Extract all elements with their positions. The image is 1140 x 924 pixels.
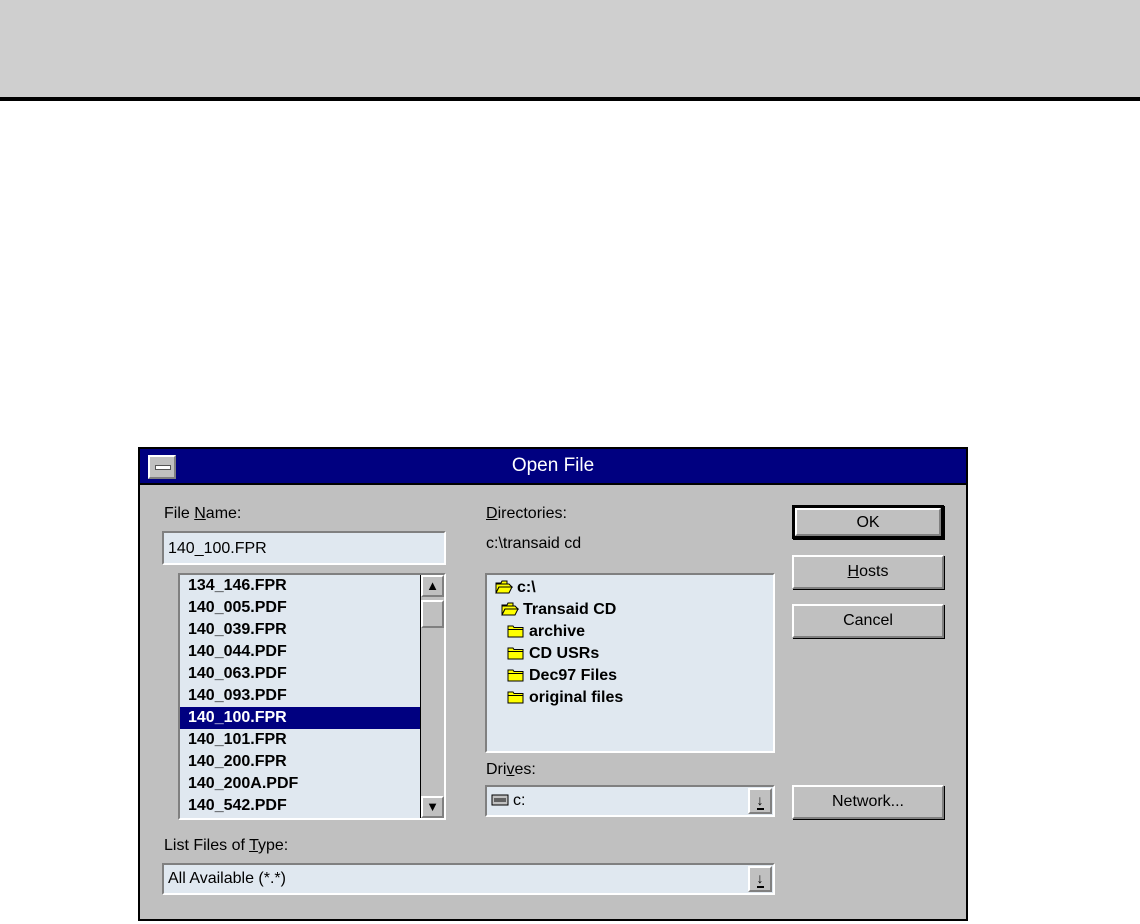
folder-icon bbox=[507, 647, 524, 660]
top-band bbox=[0, 0, 1140, 97]
file-list[interactable]: 134_146.FPR 140_005.PDF 140_039.FPR 140_044… bbox=[178, 573, 446, 820]
folder-icon bbox=[507, 625, 524, 638]
directory-item-label: original files bbox=[529, 689, 624, 706]
file-type-select[interactable]: All Available (*.*) ↓ bbox=[162, 863, 775, 895]
directory-item-label: archive bbox=[529, 623, 586, 640]
scroll-up-button[interactable]: ▲ bbox=[421, 575, 444, 597]
file-type-label: List Files of Type: bbox=[164, 837, 289, 854]
drives-dropdown-arrow[interactable]: ↓ bbox=[748, 788, 772, 814]
directory-item[interactable]: Transaid CD bbox=[491, 599, 773, 621]
file-list-item[interactable]: 140_005.PDF bbox=[180, 597, 420, 619]
directory-item-label: Transaid CD bbox=[523, 601, 617, 618]
file-list-item[interactable]: 140_542.PDF bbox=[180, 795, 420, 817]
hosts-button-accel: H bbox=[847, 563, 860, 580]
folder-icon bbox=[507, 691, 524, 704]
directory-item-label: CD USRs bbox=[529, 645, 600, 662]
cancel-button[interactable]: Cancel bbox=[792, 604, 944, 638]
drives-select[interactable]: c: ↓ bbox=[485, 785, 775, 817]
file-list-item[interactable]: 140_093.PDF bbox=[180, 685, 420, 707]
file-list-item[interactable]: 140_101.FPR bbox=[180, 729, 420, 751]
directory-item[interactable]: original files bbox=[491, 687, 773, 709]
directory-item-label: c:\ bbox=[517, 579, 536, 596]
directory-item-label: Dec97 Files bbox=[529, 667, 618, 684]
file-list-item[interactable]: 140_063.PDF bbox=[180, 663, 420, 685]
drive-icon bbox=[491, 794, 509, 806]
scroll-thumb[interactable] bbox=[421, 600, 444, 628]
file-list-item[interactable]: 140_039.FPR bbox=[180, 619, 420, 641]
file-type-dropdown-arrow[interactable]: ↓ bbox=[748, 866, 772, 892]
directory-list[interactable]: c:\ Transaid CD archive CD USRs Dec97 Files o… bbox=[485, 573, 775, 753]
dialog-title: Open File bbox=[511, 455, 595, 476]
file-list-item[interactable]: 134_146.FPR bbox=[180, 575, 420, 597]
open-folder-icon bbox=[501, 602, 519, 616]
drive-value: c: bbox=[491, 792, 525, 810]
directory-item[interactable]: c:\ bbox=[491, 577, 773, 599]
file-list-items: 134_146.FPR 140_005.PDF 140_039.FPR 140_044… bbox=[180, 575, 444, 817]
file-name-label: File Name: bbox=[164, 505, 242, 522]
file-list-item[interactable]: 140_100.FPR bbox=[180, 707, 420, 729]
divider-line bbox=[0, 97, 1140, 101]
file-list-scrollbar[interactable]: ▲ ▼ bbox=[420, 575, 444, 818]
title-bar[interactable]: Open File bbox=[140, 449, 966, 485]
network-button[interactable]: Network... bbox=[792, 785, 944, 819]
directory-list-items: c:\ Transaid CD archive CD USRs Dec97 Files o… bbox=[491, 577, 773, 709]
open-folder-icon bbox=[495, 580, 513, 594]
open-file-dialog: Open File File Name: 140_100.FPR 134_146… bbox=[138, 447, 968, 921]
directory-item[interactable]: Dec97 Files bbox=[491, 665, 773, 687]
hosts-button-label: osts bbox=[859, 563, 889, 580]
ok-button[interactable]: OK bbox=[792, 505, 944, 539]
folder-icon bbox=[507, 669, 524, 682]
directory-item[interactable]: CD USRs bbox=[491, 643, 773, 665]
directory-item[interactable]: archive bbox=[491, 621, 773, 643]
directories-label: Directories: bbox=[486, 505, 567, 522]
drives-label: Drives: bbox=[486, 761, 536, 778]
hosts-button[interactable]: Hosts bbox=[792, 555, 944, 589]
drive-label: c: bbox=[513, 792, 526, 809]
scroll-down-button[interactable]: ▼ bbox=[421, 796, 444, 818]
file-list-item[interactable]: 140_200A.PDF bbox=[180, 773, 420, 795]
file-list-item[interactable]: 140_044.PDF bbox=[180, 641, 420, 663]
file-list-item[interactable]: 140_200.FPR bbox=[180, 751, 420, 773]
ok-button-label: OK bbox=[795, 508, 941, 536]
file-name-input[interactable]: 140_100.FPR bbox=[162, 531, 446, 565]
current-directory-path: c:\transaid cd bbox=[486, 535, 582, 552]
file-type-value: All Available (*.*) bbox=[168, 870, 286, 887]
